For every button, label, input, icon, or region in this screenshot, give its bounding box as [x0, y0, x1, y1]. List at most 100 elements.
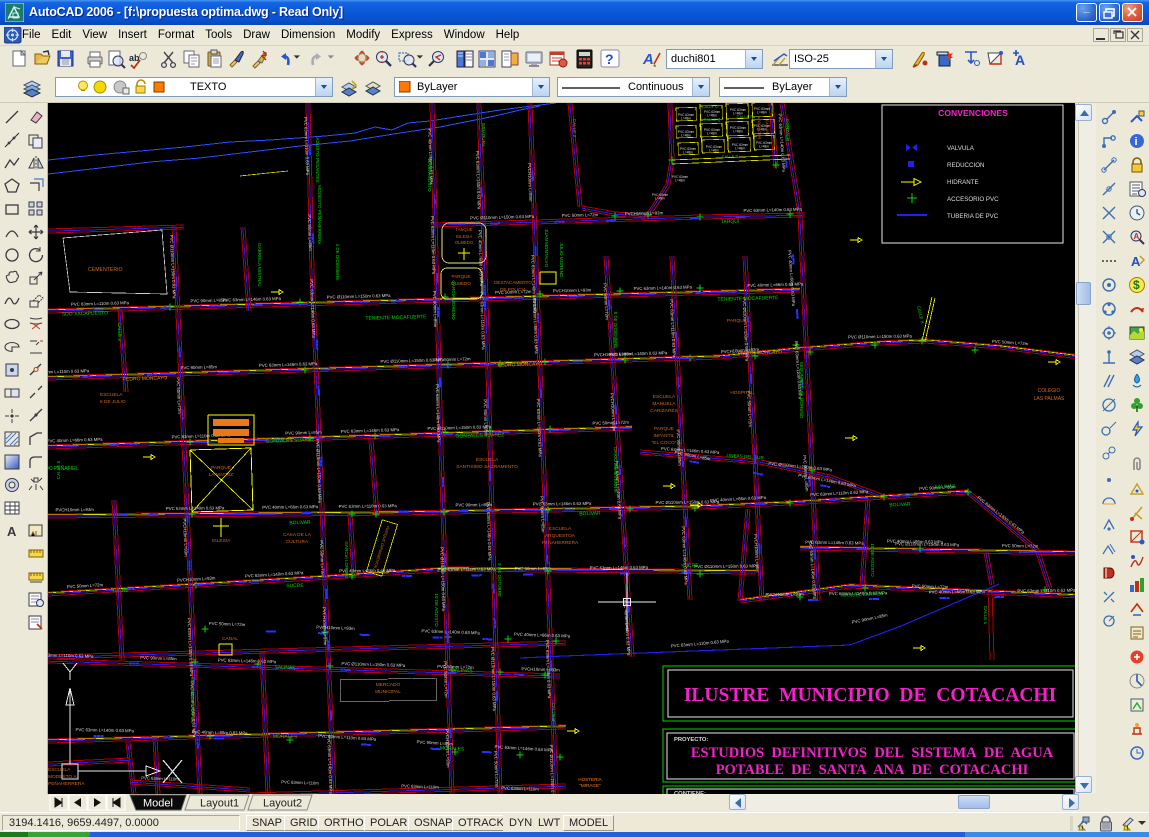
svg-text:TARQUI: TARQUI — [721, 219, 740, 226]
svg-text:LA MATRIZ: LA MATRIZ — [209, 472, 234, 478]
svg-text:GARCIA LORENZ: GARCIA LORENZ — [344, 541, 349, 578]
svg-text:PVCH10mm L=93m: PVCH10mm L=93m — [765, 592, 804, 598]
svg-text:L=48m: L=48m — [681, 117, 691, 121]
svg-text:PVC 90mm L=85m: PVC 90mm L=85m — [515, 566, 552, 571]
svg-text:SANTISIMO SACRAMENTO: SANTISIMO SACRAMENTO — [456, 464, 518, 470]
svg-text:10 DE AGOSTO: 10 DE AGOSTO — [870, 543, 875, 577]
svg-text:HIDRANTE: HIDRANTE — [947, 179, 979, 186]
svg-text:PVC 50mm L=72m: PVC 50mm L=72m — [1002, 543, 1039, 549]
svg-text:INFANTIL: INFANTIL — [653, 433, 674, 439]
svg-text:PROYECTO:: PROYECTO: — [674, 737, 708, 743]
svg-text:IGLESIA: IGLESIA — [212, 538, 231, 544]
svg-text:JULIO MORENO: JULIO MORENO — [559, 243, 564, 278]
svg-text:DESTACAMENTO: DESTACAMENTO — [494, 280, 532, 285]
svg-text:ESCUELA: ESCUELA — [100, 392, 123, 398]
svg-text:ESCUELA: ESCUELA — [549, 526, 572, 532]
svg-text:SUCRE: SUCRE — [286, 583, 304, 590]
svg-text:6 DE JULIO: 6 DE JULIO — [100, 399, 126, 405]
svg-text:i: i — [1135, 136, 1138, 148]
svg-text:PVC 63mm L=110m 0.63 MPa: PVC 63mm L=110m 0.63 MPa — [339, 503, 398, 509]
svg-text:Model: Model — [143, 798, 173, 810]
svg-text:ARQUESTOA: ARQUESTOA — [545, 533, 576, 539]
svg-text:CALLE O: CALLE O — [701, 104, 718, 110]
svg-text:COLEGIO: COLEGIO — [1038, 388, 1061, 394]
svg-text:SALINAS: SALINAS — [274, 665, 296, 672]
svg-text:MODESTO PEÑAHERRERA: MODESTO PEÑAHERRERA — [317, 185, 323, 245]
svg-text:SALINAS: SALINAS — [934, 484, 956, 491]
svg-text:SUCRE: SUCRE — [681, 563, 699, 570]
svg-text:"EL COCO": "EL COCO" — [652, 440, 677, 446]
svg-text:PVC 40mm L=66m 0.63 MPa: PVC 40mm L=66m 0.63 MPa — [262, 504, 319, 510]
svg-text:CARIZARES: CARIZARES — [650, 408, 677, 414]
svg-text:PVC 50mm L=72m: PVC 50mm L=72m — [443, 661, 449, 698]
svg-text:SUCRE: SUCRE — [111, 588, 129, 595]
svg-text:8 DE DICIEMBRE: 8 DE DICIEMBRE — [613, 311, 618, 348]
svg-text:SDO PEÑAFIEL: SDO PEÑAFIEL — [48, 465, 78, 472]
svg-text:AGUSTO PESANTES: AGUSTO PESANTES — [315, 137, 320, 182]
svg-text:L=48m: L=48m — [655, 197, 665, 201]
svg-text:CABUYAL: CABUYAL — [765, 120, 770, 137]
svg-text:CALLE B: CALLE B — [551, 703, 556, 722]
svg-text:CALLE P: CALLE P — [722, 154, 739, 160]
svg-text:L=48m: L=48m — [757, 111, 767, 115]
svg-text:L=48m: L=48m — [683, 151, 693, 155]
svg-text:CEMENTERIO: CEMENTERIO — [88, 267, 123, 273]
svg-text:OLMEDO: OLMEDO — [455, 240, 474, 245]
svg-text:CANAL: CANAL — [222, 636, 238, 642]
svg-text:Layout1: Layout1 — [200, 798, 239, 810]
svg-text:CALLE 2: CALLE 2 — [572, 119, 577, 138]
svg-text:DARIO ECHEVERRIA: DARIO ECHEVERRIA — [613, 447, 618, 494]
svg-text:ACCESORIO PVC: ACCESORIO PVC — [947, 196, 999, 203]
svg-text:A: A — [1134, 232, 1140, 241]
svg-text:TANQUE: TANQUE — [455, 227, 472, 232]
svg-text:A: A — [642, 51, 654, 68]
svg-text:PVC 63mm L=146m 0.63 MPa: PVC 63mm L=146m 0.63 MPa — [590, 565, 649, 571]
svg-text:BOLIVAR: BOLIVAR — [889, 502, 911, 509]
svg-text:ILUSTRE MUNICIPIO DE COTACA: ILUSTRE MUNICIPIO DE COTACACHI — [684, 685, 1056, 706]
svg-text:4 DE DICIEMBRE: 4 DE DICIEMBRE — [335, 243, 340, 280]
svg-text:JUAN MONTALVO: JUAN MONTALVO — [544, 229, 549, 268]
svg-text:CALLE N: CALLE N — [737, 114, 754, 120]
svg-text:BOLIVAR: BOLIVAR — [579, 511, 601, 518]
svg-text:IMBABURA: IMBABURA — [481, 123, 486, 148]
svg-text:9 DE OCTUBRE: 9 DE OCTUBRE — [497, 563, 502, 597]
svg-text:PVCH10mm L=93m: PVCH10mm L=93m — [55, 507, 94, 512]
svg-text:10 DE AGOSTO: 10 DE AGOSTO — [434, 593, 439, 627]
svg-text:PVC 63mm L=110m 0.63 MPa: PVC 63mm L=110m 0.63 MPa — [1017, 588, 1075, 594]
svg-text:L=48m: L=48m — [733, 130, 743, 134]
svg-text:LAS PALMAS: LAS PALMAS — [1034, 396, 1065, 402]
svg-text:L=48m: L=48m — [707, 132, 717, 136]
svg-text:L=48m: L=48m — [675, 179, 685, 183]
svg-text:A: A — [1131, 254, 1141, 269]
svg-text:BOLIVAR: BOLIVAR — [289, 520, 311, 527]
svg-text:MORALES: MORALES — [273, 734, 298, 741]
svg-text:"MIRAGE": "MIRAGE" — [579, 783, 601, 788]
svg-text:PARQUE: PARQUE — [211, 465, 231, 471]
svg-text:A: A — [7, 524, 17, 539]
svg-text:REDUCCION: REDUCCION — [947, 162, 984, 169]
svg-text:CONVENCIONES: CONVENCIONES — [938, 108, 1008, 118]
svg-text:L=48m: L=48m — [759, 145, 769, 149]
svg-text:ESCUELA: ESCUELA — [48, 767, 71, 773]
svg-text:HOSPITAL: HOSPITAL — [730, 390, 754, 396]
svg-text:L=48m: L=48m — [681, 134, 691, 138]
svg-text:PARQUE: PARQUE — [727, 318, 747, 324]
svg-text:PVC Ø110mm L=150m 0.63 MPa: PVC Ø110mm L=150m 0.63 MPa — [694, 563, 758, 569]
svg-text:ESCUELA: ESCUELA — [653, 394, 676, 400]
svg-text:ASOCIACION: ASOCIACION — [757, 117, 762, 140]
svg-text:PEÑAHERRERA: PEÑAHERRERA — [542, 539, 579, 546]
svg-text:VALVULA: VALVULA — [947, 145, 975, 152]
svg-text:GONZALO: GONZALO — [785, 119, 790, 142]
svg-text:?: ? — [605, 51, 614, 67]
svg-text:PVC 40mm L=66m 0.63 MPa: PVC 40mm L=66m 0.63 MPa — [929, 589, 986, 595]
svg-text:CALLE Q: CALLE Q — [703, 117, 720, 123]
svg-text:GARCIA MORENO: GARCIA MORENO — [451, 280, 456, 320]
svg-text:PVC 90mm L=85m: PVC 90mm L=85m — [432, 291, 438, 328]
svg-text:PARQUE: PARQUE — [451, 274, 470, 279]
svg-text:MUNICIPAL: MUNICIPAL — [375, 689, 401, 695]
svg-text:PVC 63mm L=110m 0.63 MPa: PVC 63mm L=110m 0.63 MPa — [438, 567, 497, 573]
svg-text:ESCUELA: ESCUELA — [476, 457, 499, 463]
svg-text:MERCADO: MERCADO — [376, 682, 401, 688]
svg-text:L=48m: L=48m — [709, 149, 719, 153]
svg-text:PEÑAHERRERA: PEÑAHERRERA — [48, 780, 85, 787]
